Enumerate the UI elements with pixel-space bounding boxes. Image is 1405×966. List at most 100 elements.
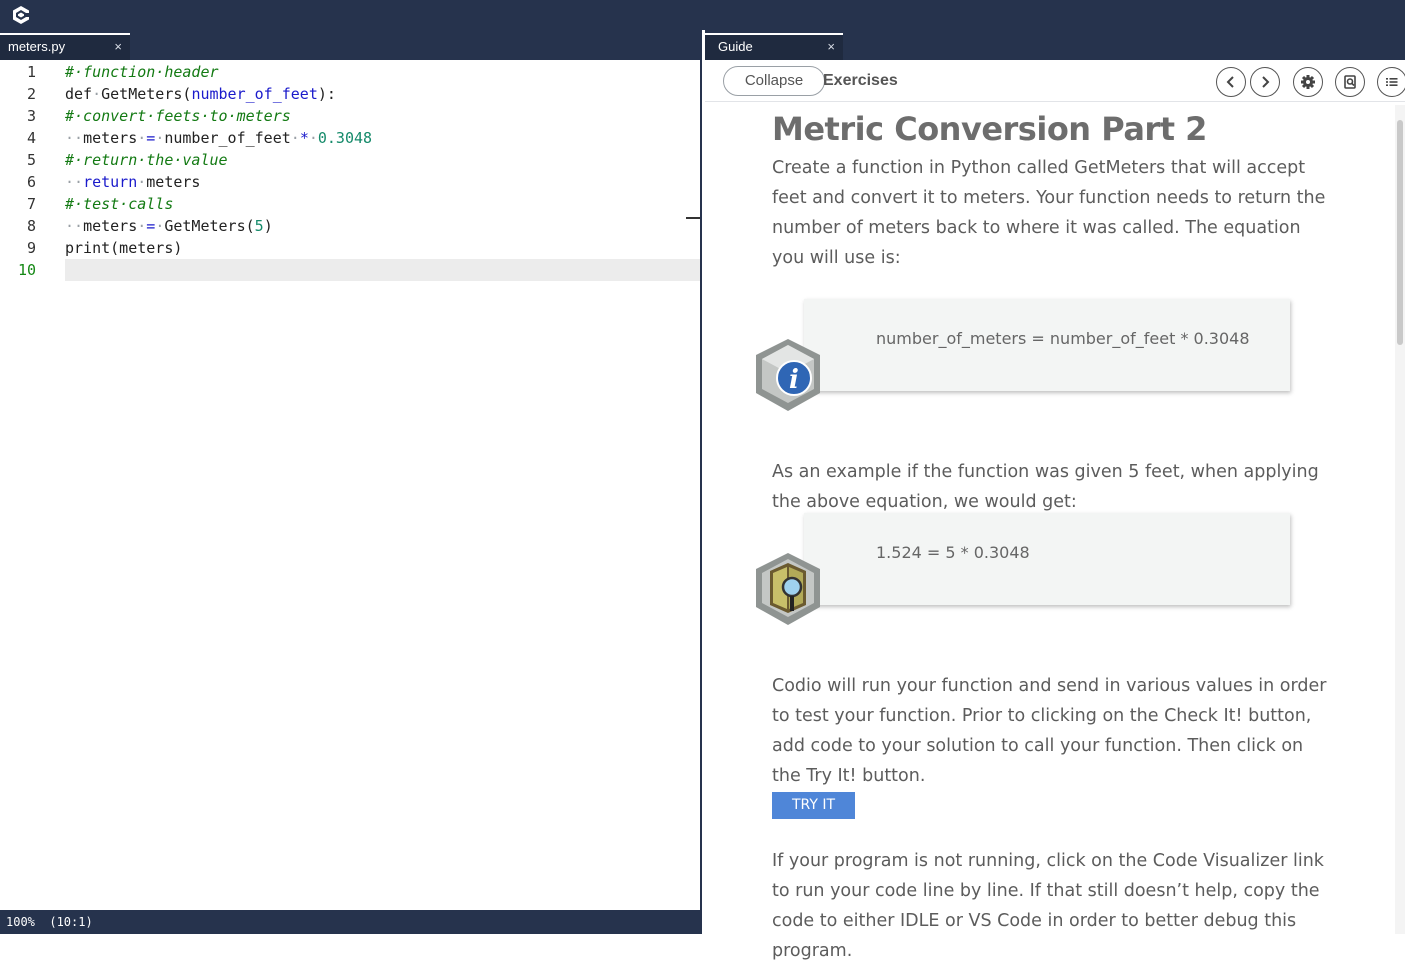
- code-editor[interactable]: 1 #·function·header 2 def·GetMeters(number_…: [0, 60, 700, 910]
- guide-scrollbar[interactable]: [1395, 105, 1405, 934]
- line-number: 4: [26, 129, 36, 147]
- chevron-left-icon[interactable]: [1216, 67, 1246, 97]
- code-line[interactable]: 6 ··return·meters: [0, 171, 700, 193]
- info-icon: i: [756, 339, 820, 411]
- code-token: def: [65, 85, 93, 103]
- equation-box: 1.524 = 5 * 0.3048: [804, 513, 1290, 605]
- code-token: number_of_feet: [164, 129, 291, 147]
- code-token: =: [146, 217, 156, 235]
- code-token: ):: [317, 85, 336, 103]
- code-token: number_of_feet: [191, 85, 318, 103]
- code-token: #·convert·feets·to·meters: [65, 107, 291, 125]
- code-line[interactable]: 5 #·return·the·value: [0, 149, 700, 171]
- editor-pane: meters.py × 1 #·function·header 2 def·GetMe…: [0, 30, 702, 934]
- code-text: def·GetMeters(number_of_feet):: [65, 83, 336, 105]
- tab-meters-py[interactable]: meters.py ×: [0, 33, 130, 60]
- line-number: 7: [26, 195, 36, 213]
- code-line[interactable]: 3 #·convert·feets·to·meters: [0, 105, 700, 127]
- active-line-highlight: [65, 259, 700, 281]
- line-number: 6: [26, 173, 36, 191]
- code-line[interactable]: 1 #·function·header: [0, 61, 700, 83]
- scrollbar-thumb[interactable]: [1397, 120, 1403, 345]
- code-token: meters: [83, 217, 138, 235]
- chevron-right-icon[interactable]: [1250, 67, 1280, 97]
- close-icon[interactable]: ×: [114, 35, 122, 58]
- code-token: #·return·the·value: [65, 151, 228, 169]
- instructions-paragraph: Codio will run your function and send in…: [772, 676, 1327, 786]
- code-text: #·convert·feets·to·meters: [65, 105, 291, 127]
- tab-guide[interactable]: Guide ×: [705, 33, 843, 60]
- code-text: #·return·the·value: [65, 149, 228, 171]
- split-handle[interactable]: [686, 217, 700, 219]
- guide-pane: Guide × Collapse Exercises Metric Conver…: [705, 30, 1405, 961]
- code-token: ··: [65, 217, 84, 235]
- code-token: 0.3048: [317, 129, 373, 147]
- intro-paragraph: Create a function in Python called GetMe…: [772, 158, 1326, 268]
- code-line[interactable]: 4 ··meters·=·number_of_feet·*·0.3048: [0, 127, 700, 149]
- line-number: 10: [17, 261, 36, 279]
- code-text: #·test·calls: [65, 193, 173, 215]
- editor-statusbar: 100% (10:1): [0, 910, 700, 934]
- tab-label: Guide: [718, 39, 753, 54]
- code-token: ·: [137, 129, 147, 147]
- code-token: ·: [308, 129, 318, 147]
- code-token: ··: [65, 173, 84, 191]
- line-number: 8: [26, 217, 36, 235]
- svg-text:i: i: [789, 365, 799, 395]
- code-text: ··meters·=·number_of_feet·*·0.3048: [65, 127, 372, 149]
- code-token: *: [299, 129, 309, 147]
- codio-logo-icon[interactable]: [10, 4, 32, 26]
- code-token: ·: [137, 173, 147, 191]
- code-token: ·: [137, 217, 147, 235]
- status-text: 100% (10:1): [6, 915, 93, 929]
- close-icon[interactable]: ×: [827, 35, 835, 58]
- equation-text: number_of_meters = number_of_feet * 0.30…: [876, 329, 1250, 348]
- code-token: #·function·header: [65, 63, 219, 81]
- search-document-icon[interactable]: [1335, 67, 1365, 97]
- code-text: print(meters): [65, 237, 182, 259]
- code-text: ··meters·=·GetMeters(5): [65, 215, 273, 237]
- code-token: ·: [92, 85, 102, 103]
- guide-tabbar: Guide ×: [705, 30, 1405, 60]
- line-number: 5: [26, 151, 36, 169]
- code-line[interactable]: 7 #·test·calls: [0, 193, 700, 215]
- code-token: #·test·calls: [65, 195, 174, 213]
- line-number: 3: [26, 107, 36, 125]
- debug-paragraph: If your program is not running, click on…: [772, 851, 1324, 961]
- code-token: meters: [146, 173, 201, 191]
- code-token: ): [263, 217, 273, 235]
- magnifier-book-icon: [756, 553, 820, 625]
- code-line[interactable]: 9 print(meters): [0, 237, 700, 259]
- code-token: return: [83, 173, 138, 191]
- section-label: Exercises: [823, 72, 898, 89]
- code-token: print(meters): [65, 239, 183, 257]
- collapse-button[interactable]: Collapse: [723, 66, 825, 96]
- line-number: 9: [26, 239, 36, 257]
- list-icon[interactable]: [1377, 67, 1405, 97]
- code-line[interactable]: 10: [0, 259, 700, 281]
- code-line[interactable]: 8 ··meters·=·GetMeters(5): [0, 215, 700, 237]
- code-text: ··return·meters: [65, 171, 200, 193]
- line-number: 1: [26, 63, 36, 81]
- code-token: meters: [83, 129, 138, 147]
- try-it-button[interactable]: TRY IT: [772, 792, 855, 819]
- code-text: #·function·header: [65, 61, 219, 83]
- code-token: ·: [155, 217, 165, 235]
- guide-toolbar: Collapse Exercises: [705, 60, 1405, 102]
- code-token: ·: [290, 129, 300, 147]
- code-token: =: [146, 129, 156, 147]
- example-paragraph: As an example if the function was given …: [772, 462, 1319, 512]
- line-number: 2: [26, 85, 36, 103]
- page-title: Metric Conversion Part 2: [772, 110, 1207, 148]
- editor-tabbar: meters.py ×: [0, 30, 700, 60]
- code-token: GetMeters(: [164, 217, 255, 235]
- tab-label: meters.py: [8, 39, 66, 54]
- app-topbar: [0, 0, 1405, 30]
- code-token: ·: [155, 129, 165, 147]
- code-token: GetMeters(: [101, 85, 192, 103]
- code-token: 5: [254, 217, 264, 235]
- equation-text: 1.524 = 5 * 0.3048: [876, 543, 1030, 562]
- code-line[interactable]: 2 def·GetMeters(number_of_feet):: [0, 83, 700, 105]
- gear-icon[interactable]: [1293, 67, 1323, 97]
- equation-box: number_of_meters = number_of_feet * 0.30…: [804, 299, 1290, 391]
